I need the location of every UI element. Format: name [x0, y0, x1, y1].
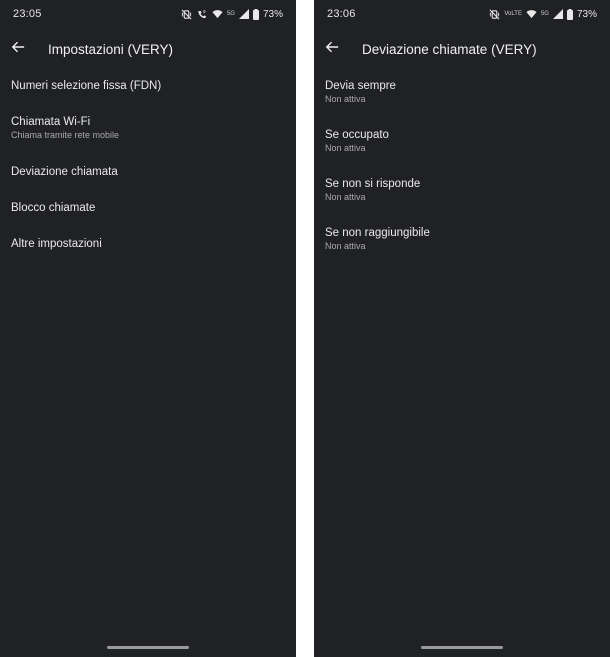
list-item-always-forward[interactable]: Devia sempre Non attiva: [314, 68, 610, 117]
list-item-title: Se non raggiungibile: [325, 227, 430, 239]
battery-icon: [252, 8, 259, 20]
phone-screen-right: 23:06 VoLTE 5G 73% Deviazione chiamate (…: [314, 0, 610, 657]
list-item-call-blocking[interactable]: Blocco chiamate: [0, 190, 296, 226]
cell-signal-icon: [552, 8, 563, 20]
list-item-when-unanswered[interactable]: Se non si risponde Non attiva: [314, 166, 610, 215]
list-item-when-busy[interactable]: Se occupato Non attiva: [314, 117, 610, 166]
list-item-fdn[interactable]: Numeri selezione fissa (FDN): [0, 68, 296, 104]
status-bar: 23:05 5G 73%: [0, 0, 296, 28]
battery-percentage: 73%: [576, 8, 597, 20]
list-item-title: Chiamata Wi-Fi: [11, 116, 91, 128]
cell-signal-icon: [238, 8, 249, 20]
volte-label: VoLTE: [504, 11, 522, 17]
list-item-call-forwarding[interactable]: Deviazione chiamata: [0, 154, 296, 190]
page-title: Impostazioni (VERY): [48, 41, 174, 57]
list-item-title: Blocco chiamate: [11, 202, 96, 214]
status-icons: 5G 73%: [181, 8, 283, 20]
vibrate-off-icon: [181, 8, 192, 20]
list-item-status: Non attiva: [325, 192, 366, 202]
list-item-other-settings[interactable]: Altre impostazioni: [0, 226, 296, 262]
list-item-title: Deviazione chiamata: [11, 166, 118, 178]
status-time: 23:05: [13, 8, 42, 20]
list-item-when-unreachable[interactable]: Se non raggiungibile Non attiva: [314, 215, 610, 264]
wifi-icon: [212, 8, 223, 20]
wifi-icon: [526, 8, 537, 20]
list-item-status: Non attiva: [325, 94, 366, 104]
list-item-status: Non attiva: [325, 241, 366, 251]
network-type-label: 5G: [540, 11, 549, 17]
forwarding-list: Devia sempre Non attiva Se occupato Non …: [314, 68, 610, 264]
phone-screen-left: 23:05 5G 73% Impostazioni (VERY) Numeri …: [0, 0, 296, 657]
back-button[interactable]: [314, 31, 350, 67]
app-bar: Impostazioni (VERY): [0, 30, 296, 68]
battery-icon: [566, 8, 573, 20]
network-type-label: 5G: [226, 11, 235, 17]
arrow-back-icon: [11, 40, 25, 59]
arrow-back-icon: [325, 40, 339, 59]
list-item-title: Se non si risponde: [325, 178, 421, 190]
status-icons: VoLTE 5G 73%: [489, 8, 597, 20]
list-item-subtitle: Chiama tramite rete mobile: [11, 130, 120, 140]
list-item-title: Numeri selezione fissa (FDN): [11, 80, 162, 92]
list-item-wifi-calling[interactable]: Chiamata Wi-Fi Chiama tramite rete mobil…: [0, 104, 296, 154]
wifi-calling-icon: [196, 8, 208, 20]
list-item-status: Non attiva: [325, 143, 366, 153]
status-bar: 23:06 VoLTE 5G 73%: [314, 0, 610, 28]
settings-list: Numeri selezione fissa (FDN) Chiamata Wi…: [0, 68, 296, 262]
app-bar: Deviazione chiamate (VERY): [314, 30, 610, 68]
back-button[interactable]: [0, 31, 36, 67]
status-time: 23:06: [327, 8, 356, 20]
vibrate-off-icon: [489, 8, 500, 20]
list-item-title: Devia sempre: [325, 80, 396, 92]
home-indicator[interactable]: [107, 646, 189, 649]
list-item-title: Altre impostazioni: [11, 238, 102, 250]
battery-percentage: 73%: [262, 8, 283, 20]
home-indicator[interactable]: [421, 646, 503, 649]
page-title: Deviazione chiamate (VERY): [362, 41, 537, 57]
list-item-title: Se occupato: [325, 129, 389, 141]
